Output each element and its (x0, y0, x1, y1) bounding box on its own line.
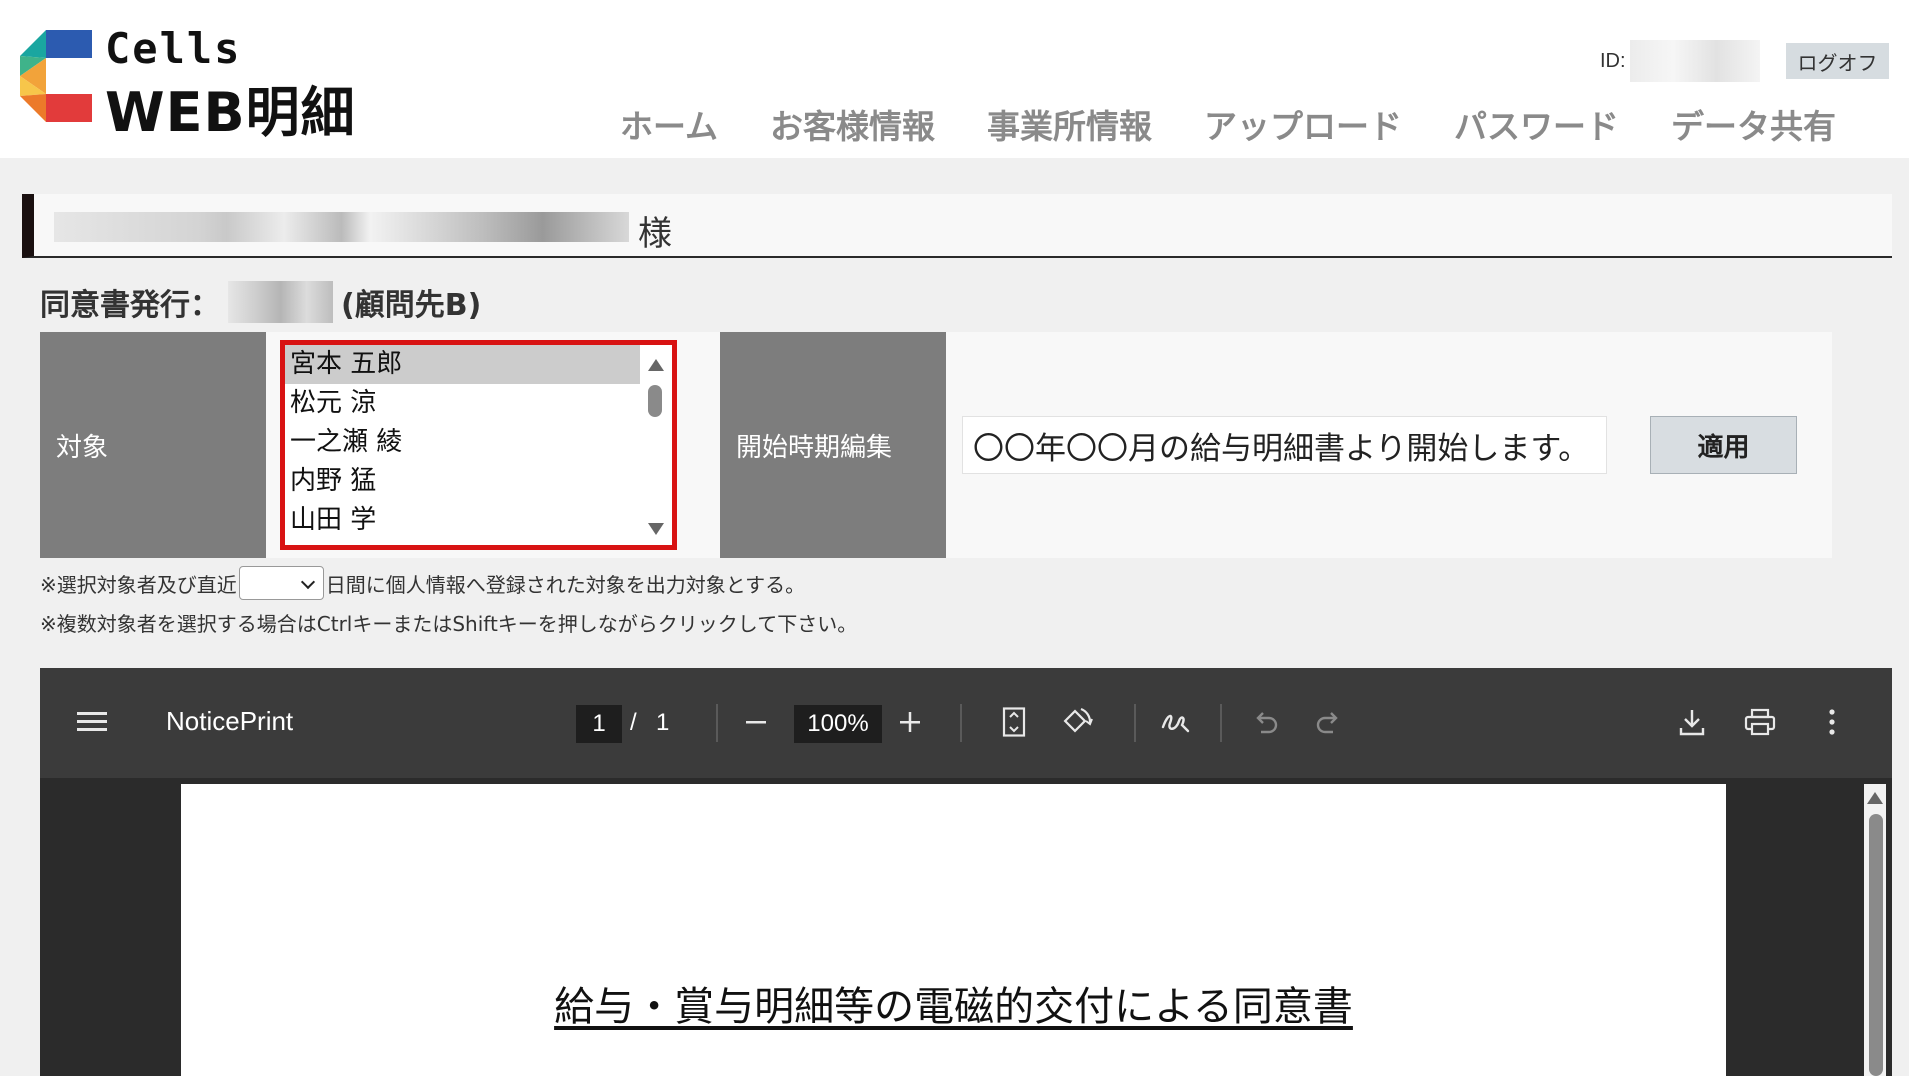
consent-title-suffix: (顧問先B) (341, 288, 482, 323)
logout-button[interactable]: ログオフ (1786, 43, 1889, 79)
page-number-input[interactable]: 1 (576, 705, 622, 743)
page-total: 1 (656, 709, 670, 736)
note1-prefix: ※選択対象者及び直近 (40, 572, 237, 597)
nav-customer-info[interactable]: お客様情報 (770, 100, 935, 148)
apply-button[interactable]: 適用 (1650, 416, 1797, 474)
more-options-icon[interactable] (1814, 704, 1850, 740)
fit-to-page-icon[interactable] (996, 704, 1032, 740)
pdf-toolbar: NoticePrint 1 / 1 100% (40, 668, 1892, 778)
rotate-icon[interactable] (1058, 704, 1094, 740)
user-id-label: ID: (1600, 50, 1626, 72)
nav-home[interactable]: ホーム (620, 100, 718, 148)
undo-icon[interactable] (1248, 704, 1284, 740)
note1-suffix: 日間に個人情報へ登録された対象を出力対象とする。 (325, 572, 806, 597)
employee-list-item[interactable]: 宮本 五郎 (285, 345, 640, 384)
toolbar-divider (716, 704, 718, 742)
header: Cells WEB明細 ID: ログオフ ホーム お客様情報 事業所情報 アップ… (0, 0, 1909, 158)
consent-form-row: 対象 宮本 五郎 松元 涼 一之瀬 綾 内野 猛 山田 学 開始時期編集 適用 (40, 332, 1832, 558)
menu-icon[interactable] (74, 704, 110, 740)
pdf-page: 給与・賞与明細等の電磁的交付による同意書 (181, 784, 1726, 1076)
note-recent-days: ※選択対象者及び直近 日間に個人情報へ登録された対象を出力対象とする。 (40, 566, 805, 600)
main-nav: ホーム お客様情報 事業所情報 アップロード パスワード データ共有 (620, 100, 1836, 148)
customer-honorific: 様 (638, 214, 672, 254)
employee-list-item[interactable]: 内野 猛 (285, 462, 640, 501)
print-icon[interactable] (1742, 704, 1778, 740)
nav-upload[interactable]: アップロード (1204, 100, 1402, 148)
nav-office-info[interactable]: 事業所情報 (987, 100, 1152, 148)
client-name-redacted (228, 281, 333, 323)
redo-icon[interactable] (1310, 704, 1346, 740)
pdf-document-name: NoticePrint (166, 706, 294, 736)
customer-name-bar: 様 (22, 194, 1892, 258)
pdf-scroll-up-icon[interactable] (1867, 792, 1883, 804)
logo-text-cells: Cells (105, 24, 242, 73)
days-select[interactable] (238, 566, 324, 600)
pdf-scrollbar-thumb[interactable] (1869, 814, 1883, 1076)
zoom-out-icon[interactable] (738, 704, 774, 740)
pdf-viewer: NoticePrint 1 / 1 100% 給与・賞与明細等の電磁的交付による… (40, 668, 1892, 1076)
employee-list-item[interactable]: 松元 涼 (285, 384, 640, 423)
nav-data-share[interactable]: データ共有 (1671, 100, 1836, 148)
consent-title-prefix: 同意書発行： (40, 288, 220, 323)
employee-listbox[interactable]: 宮本 五郎 松元 涼 一之瀬 綾 内野 猛 山田 学 (280, 340, 677, 550)
toolbar-divider (1220, 704, 1222, 742)
page-separator: / (630, 709, 637, 736)
listbox-scroll-up-icon[interactable] (648, 359, 664, 371)
consent-issue-title: 同意書発行： (顧問先B) (40, 280, 481, 324)
target-label: 対象 (40, 332, 266, 558)
employee-list-item[interactable]: 一之瀬 綾 (285, 423, 640, 462)
zoom-level-input[interactable]: 100% (794, 705, 882, 743)
cells-logo-icon (20, 30, 92, 122)
document-title: 給与・賞与明細等の電磁的交付による同意書 (554, 984, 1353, 1030)
toolbar-divider (960, 704, 962, 742)
start-period-input[interactable] (962, 416, 1607, 474)
logo-text-web-meisai: WEB明細 (105, 81, 356, 144)
listbox-scrollbar-thumb[interactable] (648, 385, 662, 417)
start-period-label: 開始時期編集 (720, 332, 946, 558)
annotate-pen-icon[interactable] (1158, 704, 1194, 740)
zoom-in-icon[interactable] (892, 704, 928, 740)
user-id-value-redacted (1630, 40, 1760, 82)
toolbar-divider (1134, 704, 1136, 742)
nav-password[interactable]: パスワード (1454, 100, 1619, 148)
download-icon[interactable] (1674, 704, 1710, 740)
listbox-scroll-down-icon[interactable] (648, 523, 664, 535)
note-multi-select: ※複数対象者を選択する場合はCtrlキーまたはShiftキーを押しながらクリック… (40, 612, 858, 636)
customer-name-redacted (54, 212, 629, 242)
employee-list-item[interactable]: 山田 学 (285, 501, 640, 540)
